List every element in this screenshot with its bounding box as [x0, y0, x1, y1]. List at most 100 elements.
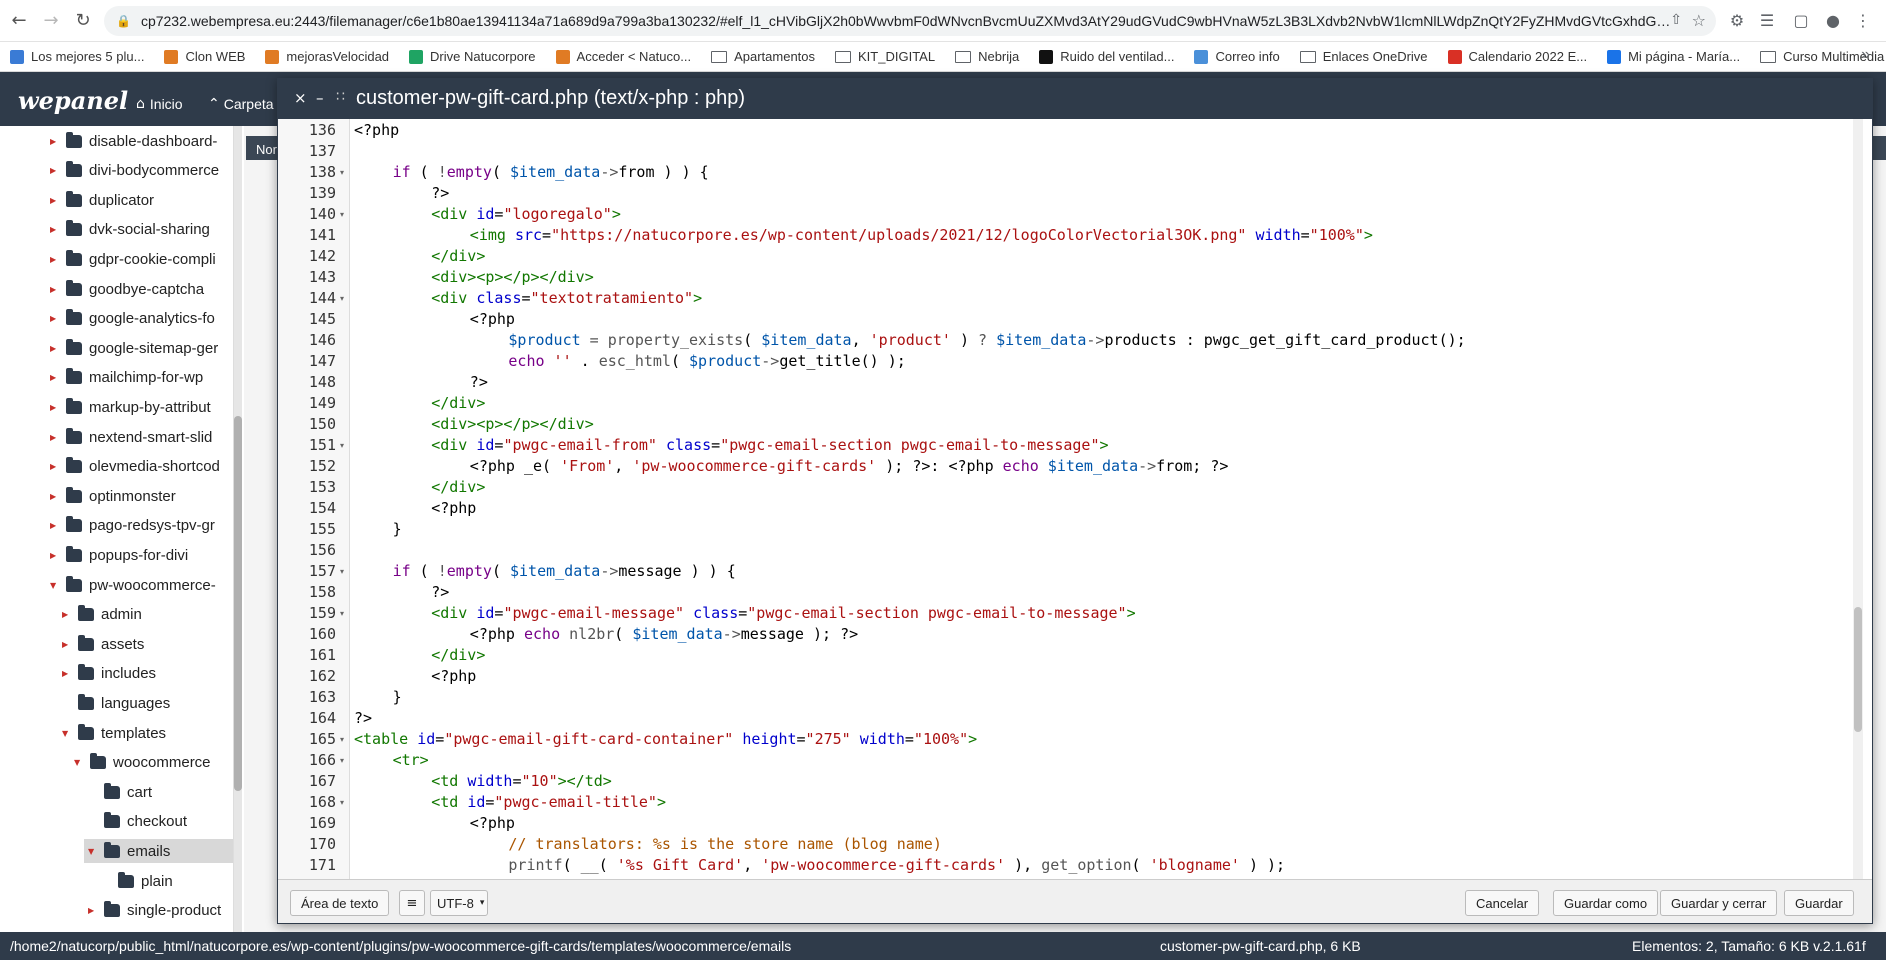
code-scrollbar[interactable]: [1853, 119, 1863, 879]
code-line[interactable]: }: [393, 687, 402, 708]
caret-down-icon[interactable]: ▼: [88, 847, 98, 856]
code-scrollbar-thumb[interactable]: [1854, 607, 1862, 732]
close-icon[interactable]: ×: [294, 89, 307, 107]
code-line[interactable]: if ( !empty( $item_data->message ) ) {: [393, 561, 736, 582]
code-line[interactable]: <?php echo nl2br( $item_data->message );…: [470, 624, 858, 645]
tree-item[interactable]: ▶ google-analytics-fo: [50, 307, 215, 331]
drag-handle-icon[interactable]: ∷: [336, 89, 345, 105]
code-line[interactable]: <img src="https://natucorpore.es/wp-cont…: [470, 225, 1373, 246]
code-editor[interactable]: 136 137 138 ▾ 139 140 ▾ 141 142 143 144 ▾ 145 146 147 1…: [278, 119, 1872, 879]
caret-down-icon[interactable]: ▼: [74, 758, 84, 767]
reload-icon[interactable]: ↻: [70, 8, 96, 34]
address-bar[interactable]: 🔒 cp7232.webempresa.eu:2443/filemanager/…: [104, 6, 1716, 36]
bookmarks-overflow-icon[interactable]: »: [1861, 46, 1870, 64]
fold-toggle-icon[interactable]: ▾: [340, 435, 344, 456]
tree-item[interactable]: ▶ pago-redsys-tpv-gr: [50, 514, 215, 538]
bookmark-item[interactable]: Calendario 2022 E...: [1447, 49, 1587, 64]
caret-right-icon[interactable]: ▶: [50, 551, 60, 560]
caret-right-icon[interactable]: ▶: [62, 669, 72, 678]
tree-item[interactable]: ▶ plain: [102, 869, 173, 893]
fold-toggle-icon[interactable]: ▾: [340, 792, 344, 813]
tree-item[interactable]: ▶ includes: [62, 662, 156, 686]
code-line[interactable]: <td id="pwgc-email-title">: [431, 792, 666, 813]
code-line[interactable]: </div>: [431, 246, 485, 267]
code-line[interactable]: <div id="pwgc-email-from" class="pwgc-em…: [431, 435, 1108, 456]
tree-item[interactable]: ▶ languages: [62, 691, 170, 715]
caret-right-icon[interactable]: ▶: [88, 906, 98, 915]
code-line[interactable]: <tr>: [393, 750, 429, 771]
tree-item[interactable]: ▶ admin: [62, 603, 142, 627]
caret-right-icon[interactable]: ▶: [50, 255, 60, 264]
menu-kebab-icon[interactable]: ⋮: [1852, 11, 1874, 30]
tree-item[interactable]: ▼ pw-woocommerce-: [50, 573, 216, 597]
tree-item[interactable]: ▶ popups-for-divi: [50, 543, 188, 567]
bookmark-item[interactable]: Clon WEB: [164, 49, 245, 64]
bookmark-item[interactable]: Mi página - María...: [1607, 49, 1740, 64]
caret-right-icon[interactable]: ▶: [50, 373, 60, 382]
bookmark-item[interactable]: Enlaces OneDrive: [1299, 49, 1428, 64]
code-line[interactable]: ?>: [431, 183, 449, 204]
home-link[interactable]: ⌂ Inicio: [136, 96, 183, 112]
tree-item[interactable]: ▶ assets: [62, 632, 144, 656]
caret-right-icon[interactable]: ▶: [50, 521, 60, 530]
share-icon[interactable]: ⇧: [1670, 12, 1682, 28]
code-line[interactable]: echo '' . esc_html( $product->get_title(…: [508, 351, 905, 372]
tree-item[interactable]: ▶ gdpr-cookie-compli: [50, 247, 216, 271]
code-line[interactable]: ?>: [354, 708, 372, 729]
code-line[interactable]: <?php: [470, 813, 515, 834]
code-line[interactable]: </div>: [431, 393, 485, 414]
caret-down-icon[interactable]: ▼: [62, 729, 72, 738]
extensions-icon[interactable]: ⚙: [1726, 11, 1748, 30]
tree-item[interactable]: ▶ checkout: [88, 810, 187, 834]
caret-right-icon[interactable]: ▶: [50, 225, 60, 234]
tree-item[interactable]: ▶ olevmedia-shortcod: [50, 455, 220, 479]
caret-right-icon[interactable]: ▶: [50, 314, 60, 323]
url-text[interactable]: cp7232.webempresa.eu:2443/filemanager/c6…: [141, 13, 1671, 29]
bookmark-item[interactable]: Drive Natucorpore: [409, 49, 536, 64]
caret-right-icon[interactable]: ▶: [62, 610, 72, 619]
fold-toggle-icon[interactable]: ▾: [340, 288, 344, 309]
cancel-button[interactable]: Cancelar: [1465, 890, 1540, 916]
caret-right-icon[interactable]: ▶: [50, 166, 60, 175]
tree-item[interactable]: ▶ google-sitemap-ger: [50, 336, 218, 360]
fold-toggle-icon[interactable]: ▾: [340, 204, 344, 225]
tree-item[interactable]: ▶ optinmonster: [50, 484, 176, 508]
minimize-icon[interactable]: –: [316, 89, 324, 107]
caret-right-icon[interactable]: ▶: [50, 196, 60, 205]
caret-down-icon[interactable]: ▼: [50, 581, 60, 590]
code-line[interactable]: <?php: [470, 309, 515, 330]
caret-right-icon[interactable]: ▶: [50, 492, 60, 501]
caret-right-icon[interactable]: ▶: [50, 285, 60, 294]
save-and-close-button[interactable]: Guardar y cerrar: [1660, 890, 1778, 916]
code-line[interactable]: <?php _e( 'From', 'pw-woocommerce-gift-c…: [470, 456, 1229, 477]
bookmark-item[interactable]: Correo info: [1194, 49, 1280, 64]
code-line[interactable]: <?php: [431, 666, 476, 687]
bookmark-item[interactable]: Ruido del ventilad...: [1039, 49, 1174, 64]
tree-item[interactable]: ▶ goodbye-captcha: [50, 277, 204, 301]
code-line[interactable]: <div id="pwgc-email-message" class="pwgc…: [431, 603, 1135, 624]
folder-link[interactable]: ⌃ Carpeta s: [208, 96, 284, 112]
fold-toggle-icon[interactable]: ▾: [340, 729, 344, 750]
code-line[interactable]: if ( !empty( $item_data->from ) ) {: [393, 162, 709, 183]
code-line[interactable]: <td width="10"></td>: [431, 771, 612, 792]
bookmark-item[interactable]: mejorasVelocidad: [265, 49, 389, 64]
tree-item[interactable]: ▼ woocommerce: [74, 751, 211, 775]
tree-item[interactable]: ▶ nextend-smart-slid: [50, 425, 212, 449]
fold-toggle-icon[interactable]: ▾: [340, 750, 344, 771]
lock-icon[interactable]: 🔒: [116, 14, 131, 28]
code-line[interactable]: </div>: [431, 645, 485, 666]
tree-item[interactable]: ▶ single-product: [88, 899, 221, 923]
bookmark-item[interactable]: Acceder < Natuco...: [555, 49, 691, 64]
code-line[interactable]: }: [393, 519, 402, 540]
code-line[interactable]: printf( __( '%s Gift Card', 'pw-woocomme…: [508, 855, 1285, 876]
bookmark-star-icon[interactable]: ☆: [1692, 11, 1706, 30]
tree-item[interactable]: ▶ divi-bodycommerce: [50, 159, 219, 183]
code-line[interactable]: ?>: [470, 372, 488, 393]
code-line[interactable]: <div><p></p></div>: [431, 267, 594, 288]
bookmark-item[interactable]: Apartamentos: [711, 49, 815, 64]
tree-scrollbar[interactable]: [234, 126, 242, 932]
bookmark-item[interactable]: Nebrija: [955, 49, 1019, 64]
tree-item[interactable]: ▼ templates: [62, 721, 166, 745]
code-line[interactable]: <?php: [431, 498, 476, 519]
fold-toggle-icon[interactable]: ▾: [340, 603, 344, 624]
